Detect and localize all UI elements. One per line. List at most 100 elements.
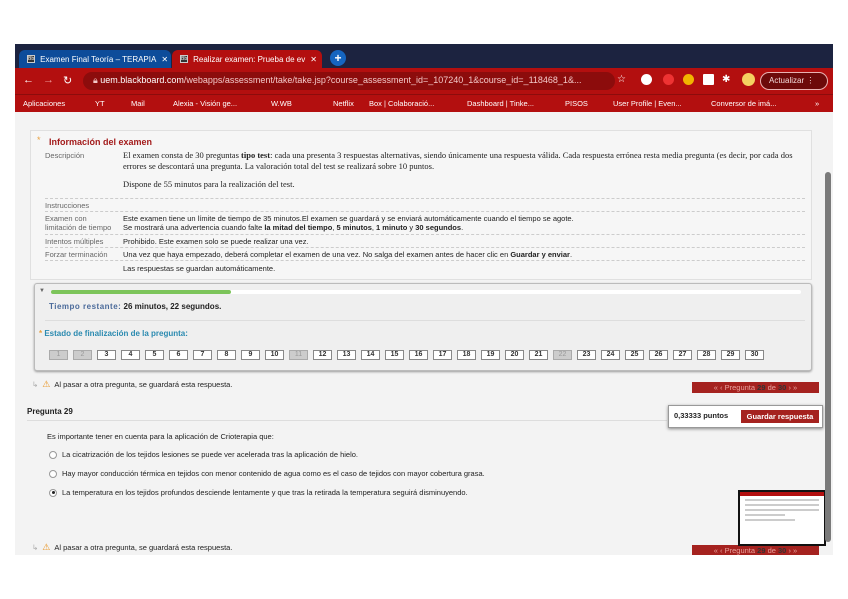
forward-icon[interactable]: → [43, 74, 54, 86]
time-label: Tiempo restante: [49, 302, 122, 311]
screenshot-thumbnail[interactable] [738, 490, 826, 546]
question-button-8[interactable]: 8 [217, 350, 236, 360]
extension-icon[interactable] [641, 74, 652, 85]
next-question-button[interactable]: › [788, 383, 791, 392]
question-button-18[interactable]: 18 [457, 350, 476, 360]
question-button-23[interactable]: 23 [577, 350, 596, 360]
question-button-3[interactable]: 3 [97, 350, 116, 360]
bookmarks-bar: Aplicaciones YT Mail Alexia - Visión ge.… [15, 94, 833, 112]
bookmark-user-profile[interactable]: User Profile | Even... [613, 99, 682, 108]
prev-question-button[interactable]: ‹ [720, 546, 723, 555]
blackboard-favicon-icon: Bb [180, 55, 189, 63]
desc-label: Descripción [45, 151, 85, 160]
text: tipo test [241, 150, 271, 160]
url-input[interactable]: 🔒︎ uem.blackboard.com/webapps/assessment… [83, 72, 615, 90]
bookmark-yt[interactable]: YT [95, 99, 105, 108]
extension-icon[interactable] [703, 74, 714, 85]
bookmark-dashboard[interactable]: Dashboard | Tinke... [467, 99, 534, 108]
question-button-4[interactable]: 4 [121, 350, 140, 360]
answer-option[interactable]: La cicatrización de los tejidos lesiones… [49, 450, 358, 459]
divider [45, 234, 805, 235]
question-button-22[interactable]: 22 [553, 350, 572, 360]
time-progress-fill [51, 290, 231, 294]
prev-question-button[interactable]: ‹ [720, 383, 723, 392]
question-button-26[interactable]: 26 [649, 350, 668, 360]
radio-button[interactable] [49, 469, 57, 478]
tab-realizar-examen[interactable]: Bb Realizar examen: Prueba de ev ✕ [172, 50, 322, 68]
radio-button[interactable] [49, 450, 57, 459]
bookmarks-overflow[interactable]: » [815, 99, 819, 108]
reload-icon[interactable]: ↻ [63, 74, 72, 87]
question-button-30[interactable]: 30 [745, 350, 764, 360]
address-bar-row: ← → ↻ 🔒︎ uem.blackboard.com/webapps/asse… [15, 68, 833, 94]
tab-examen-final[interactable]: Bb Examen Final Teoría – TERAPIA ✕ [19, 50, 171, 68]
next-question-button[interactable]: › [788, 546, 791, 555]
avatar[interactable] [742, 73, 755, 86]
radio-button[interactable] [49, 488, 57, 497]
question-button-1[interactable]: 1 [49, 350, 68, 360]
back-icon[interactable]: ← [23, 74, 34, 86]
first-question-button[interactable]: « [714, 383, 718, 392]
first-question-button[interactable]: « [714, 546, 718, 555]
bookmark-netflix[interactable]: Netflix [333, 99, 354, 108]
answer-option[interactable]: La temperatura en los tejidos profundos … [49, 488, 468, 497]
question-button-17[interactable]: 17 [433, 350, 452, 360]
limit-warning: Se mostrará una advertencia cuando falte… [123, 223, 803, 232]
scrollbar[interactable] [825, 172, 831, 542]
extension-icon[interactable] [683, 74, 694, 85]
question-text: Es importante tener en cuenta para la ap… [47, 432, 274, 441]
question-navigation-bottom: « ‹ Pregunta 29 de 30 › » [692, 545, 819, 555]
question-button-13[interactable]: 13 [337, 350, 356, 360]
close-icon[interactable]: ✕ [310, 55, 317, 64]
bookmark-aplicaciones[interactable]: Aplicaciones [23, 99, 65, 108]
total-questions: 30 [778, 546, 787, 555]
question-button-7[interactable]: 7 [193, 350, 212, 360]
close-icon[interactable]: ✕ [161, 55, 168, 64]
question-button-12[interactable]: 12 [313, 350, 332, 360]
collapse-icon[interactable]: ▼ [39, 288, 45, 294]
question-button-25[interactable]: 25 [625, 350, 644, 360]
question-button-5[interactable]: 5 [145, 350, 164, 360]
question-button-24[interactable]: 24 [601, 350, 620, 360]
bookmark-pisos[interactable]: PISOS [565, 99, 588, 108]
current-question: 29 [757, 383, 766, 392]
puzzle-icon[interactable]: ✱ [722, 74, 730, 85]
multi-text: Prohibido. Este examen solo se puede rea… [123, 237, 309, 246]
question-grid: 1 2 3 4 5 6 7 8 9 10 11 12 13 14 15 16 17 18 19 20 21 22 23 24 2… [49, 350, 764, 360]
question-button-20[interactable]: 20 [505, 350, 524, 360]
bookmark-box[interactable]: Box | Colaboració... [369, 99, 434, 108]
new-tab-button[interactable]: + [330, 50, 346, 66]
question-button-10[interactable]: 10 [265, 350, 284, 360]
question-button-21[interactable]: 21 [529, 350, 548, 360]
bookmark-conversor[interactable]: Conversor de imá... [711, 99, 776, 108]
text: Al pasar a otra pregunta, se guardará es… [54, 380, 233, 389]
answer-option[interactable]: Hay mayor conducción térmica en tejidos … [49, 469, 485, 478]
last-question-button[interactable]: » [793, 546, 797, 555]
question-button-9[interactable]: 9 [241, 350, 260, 360]
extension-icon[interactable] [663, 74, 674, 85]
update-button[interactable]: Actualizar ⋮ [760, 72, 828, 90]
question-button-16[interactable]: 16 [409, 350, 428, 360]
question-button-29[interactable]: 29 [721, 350, 740, 360]
question-button-28[interactable]: 28 [697, 350, 716, 360]
tab-bar: Bb Examen Final Teoría – TERAPIA ✕ Bb Reali… [15, 44, 833, 68]
question-button-19[interactable]: 19 [481, 350, 500, 360]
question-button-15[interactable]: 15 [385, 350, 404, 360]
force-text: Una vez que haya empezado, deberá comple… [123, 250, 803, 259]
timer-panel: ▼ Tiempo restante: 26 minutos, 22 segund… [34, 283, 812, 371]
bookmark-alexia[interactable]: Alexia - Visión ge... [173, 99, 237, 108]
save-answer-button[interactable]: Guardar respuesta [741, 410, 819, 423]
instructions-label: Instrucciones [45, 201, 90, 210]
last-question-button[interactable]: » [793, 383, 797, 392]
bookmark-mail[interactable]: Mail [131, 99, 145, 108]
star-icon[interactable]: ☆ [617, 74, 626, 85]
question-button-2[interactable]: 2 [73, 350, 92, 360]
question-button-27[interactable]: 27 [673, 350, 692, 360]
arrow-icon: ↳ [32, 543, 39, 552]
question-button-14[interactable]: 14 [361, 350, 380, 360]
text: Pregunta [724, 546, 758, 555]
thumb-line [745, 509, 819, 511]
bookmark-wwb[interactable]: W.WB [271, 99, 292, 108]
question-button-6[interactable]: 6 [169, 350, 188, 360]
question-button-11[interactable]: 11 [289, 350, 308, 360]
